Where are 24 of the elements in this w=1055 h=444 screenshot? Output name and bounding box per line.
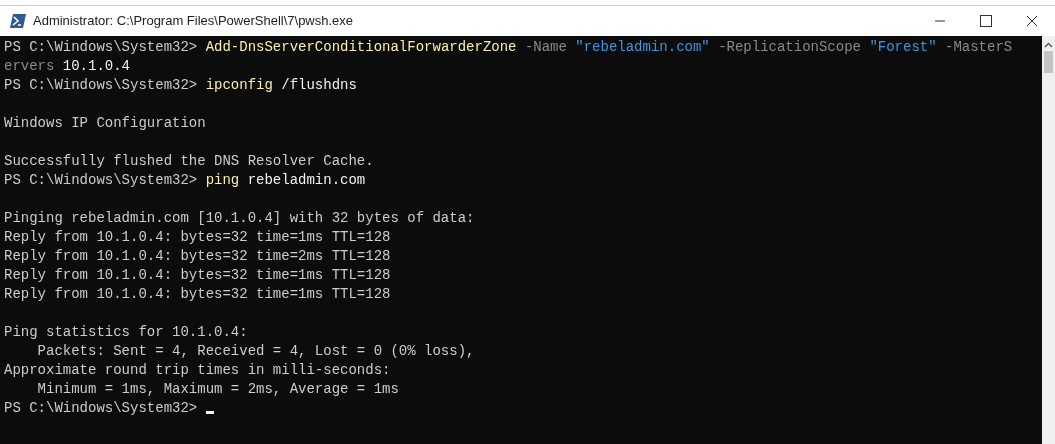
console-line: Reply from 10.1.0.4: bytes=32 time=2ms TTL=128 xyxy=(4,248,391,264)
console-line: Reply from 10.1.0.4: bytes=32 time=1ms TTL=128 xyxy=(4,267,391,283)
powershell-icon xyxy=(10,14,26,28)
prompt-line: PS C:\Windows\System32> xyxy=(4,400,199,416)
console-line: Successfully flushed the DNS Resolver Cache. xyxy=(4,153,374,169)
scrollbar-thumb[interactable] xyxy=(1044,51,1053,73)
console-line: Approximate round trip times in milli-seconds: xyxy=(4,362,391,378)
window-title: Administrator: C:\Program Files\PowerShell\7\pwsh.exe xyxy=(33,12,354,31)
close-icon[interactable] xyxy=(1026,15,1038,27)
console-line: PS C:\Windows\System32> ipconfig /flushdns xyxy=(4,77,357,93)
console-line: ervers 10.1.0.4 xyxy=(4,58,131,74)
console-line: Reply from 10.1.0.4: bytes=32 time=1ms TTL=128 xyxy=(4,229,391,245)
console-line: Minimum = 1ms, Maximum = 2ms, Average = 1ms xyxy=(36,381,399,397)
maximize-icon[interactable] xyxy=(980,15,992,27)
console-line: PS C:\Windows\System32> ping rebeladmin.com xyxy=(4,172,366,188)
scrollbar[interactable] xyxy=(1042,36,1055,444)
cursor xyxy=(205,411,214,414)
console-line: Pinging rebeladmin.com [10.1.0.4] with 32 bytes of data: xyxy=(4,210,475,226)
console-line: Ping statistics for 10.1.0.4: xyxy=(4,324,248,340)
scroll-up-icon[interactable] xyxy=(1044,42,1053,48)
console-line: PS C:\Windows\System32> Add-DnsServerConditionalForwarderZone -Name "rebeladmin.com" -ReplicationScope "Forest" -MasterS xyxy=(4,39,1013,55)
console-line: Reply from 10.1.0.4: bytes=32 time=1ms TTL=128 xyxy=(4,286,391,302)
console-line: Windows IP Configuration xyxy=(4,115,206,131)
console-line: Packets: Sent = 4, Received = 4, Lost = 0 (0% loss), xyxy=(36,343,475,359)
